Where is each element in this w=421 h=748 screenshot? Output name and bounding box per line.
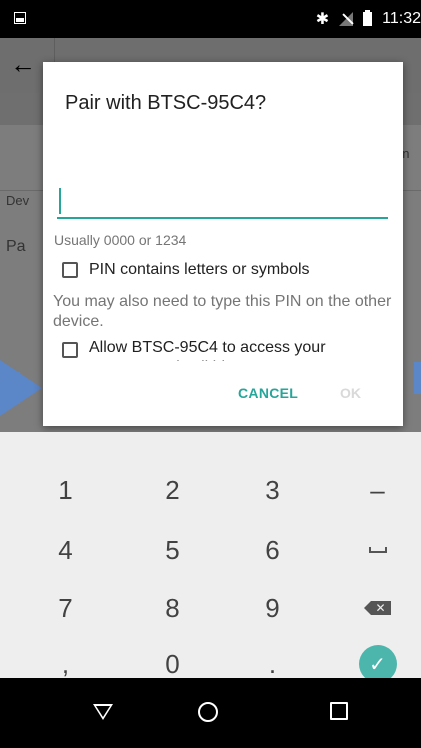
nav-back-icon-inner — [96, 706, 110, 717]
navigation-bar — [0, 678, 421, 748]
app-row-label-devices: Dev — [6, 193, 30, 208]
contacts-label: Allow BTSC-95C4 to access your contacts … — [89, 339, 326, 361]
space-icon — [368, 547, 387, 553]
text-cursor — [59, 188, 61, 214]
key-6[interactable]: 6 — [220, 520, 325, 580]
contacts-checkbox[interactable] — [62, 342, 78, 358]
nav-recent-icon[interactable] — [330, 702, 348, 720]
pin-letters-checkbox[interactable] — [62, 262, 78, 278]
nav-home-icon[interactable] — [198, 702, 218, 722]
key-1[interactable]: 1 — [13, 460, 118, 520]
app-row-label-paired: Pa — [6, 238, 26, 255]
key-8[interactable]: 8 — [120, 578, 225, 638]
arrow-left-icon[interactable]: ← — [10, 51, 36, 77]
key-backspace[interactable]: ✕ — [325, 578, 421, 638]
bluetooth-icon: ✱ — [315, 11, 330, 28]
numeric-keypad: 1 2 3 – 4 5 6 7 8 9 ✕ , 0 . ✓ — [0, 432, 421, 683]
status-icons: ✱ 11:32 — [316, 0, 421, 38]
contacts-scroll-area[interactable]: Allow BTSC-95C4 to access your contacts … — [58, 338, 398, 361]
pin-info-text: You may also need to type this PIN on th… — [53, 293, 392, 330]
key-2[interactable]: 2 — [120, 460, 225, 520]
backspace-icon: ✕ — [363, 601, 391, 615]
battery-icon — [363, 10, 373, 26]
annotation-arrow-icon — [0, 360, 42, 416]
dialog-title: Pair with BTSC-95C4? — [65, 92, 267, 114]
key-space[interactable] — [325, 520, 421, 580]
pin-input[interactable] — [57, 187, 388, 219]
key-3[interactable]: 3 — [220, 460, 325, 520]
key-4[interactable]: 4 — [13, 520, 118, 580]
key-9[interactable]: 9 — [220, 578, 325, 638]
pin-letters-checkbox-row[interactable]: PIN contains letters or symbols — [62, 261, 310, 279]
status-bar: ✱ 11:32 — [0, 0, 421, 38]
pair-dialog: Pair with BTSC-95C4? Usually 0000 or 123… — [43, 62, 403, 426]
pin-hint: Usually 0000 or 1234 — [54, 232, 187, 248]
no-signal-icon — [339, 12, 354, 26]
status-time: 11:32 — [382, 10, 421, 27]
ok-button[interactable]: OK — [340, 385, 361, 401]
key-minus[interactable]: – — [325, 460, 421, 520]
key-5[interactable]: 5 — [120, 520, 225, 580]
image-notification-icon — [14, 12, 26, 24]
pin-letters-label: PIN contains letters or symbols — [89, 261, 310, 278]
annotation-marker — [414, 362, 421, 394]
key-7[interactable]: 7 — [13, 578, 118, 638]
cancel-button[interactable]: CANCEL — [238, 385, 298, 401]
contacts-checkbox-row[interactable]: Allow BTSC-95C4 to access your contacts … — [62, 338, 389, 361]
